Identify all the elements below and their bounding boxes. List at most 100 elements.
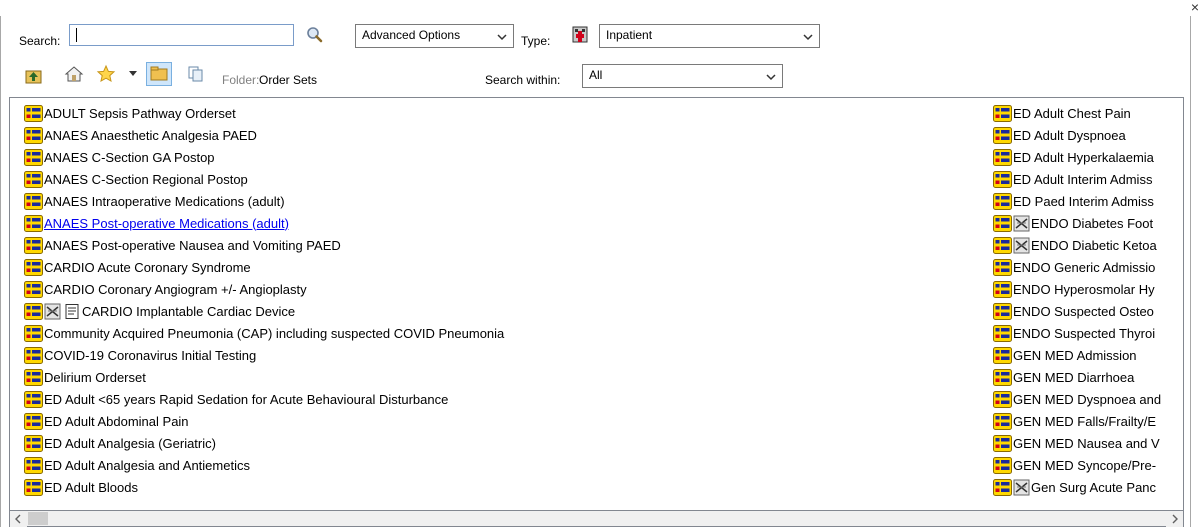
order-set-icon — [24, 456, 43, 474]
list-item-label: ED Paed Interim Admiss — [1013, 193, 1154, 209]
list-item[interactable]: ED Adult <65 years Rapid Sedation for Ac… — [24, 388, 504, 410]
horizontal-scrollbar[interactable] — [9, 511, 1184, 527]
list-item-label: ANAES Anaesthetic Analgesia PAED — [44, 127, 257, 143]
list-item-label: ED Adult Abdominal Pain — [44, 413, 189, 429]
list-item-label: GEN MED Dyspnoea and — [1013, 391, 1162, 407]
list-item[interactable]: GEN MED Nausea and V — [993, 432, 1181, 454]
order-set-icon — [993, 236, 1012, 254]
copy-icon[interactable] — [186, 64, 206, 84]
list-item[interactable]: ED Adult Analgesia and Antiemetics — [24, 454, 504, 476]
list-item-label: Gen Surg Acute Panc — [1031, 479, 1157, 495]
list-item-label: ED Adult Interim Admiss — [1013, 171, 1153, 187]
order-set-icon — [993, 324, 1012, 342]
list-item[interactable]: GEN MED Diarrhoea — [993, 366, 1181, 388]
scroll-left-button[interactable] — [10, 511, 27, 527]
folder-up-icon[interactable] — [24, 66, 44, 86]
order-set-icon — [24, 148, 43, 166]
list-item[interactable]: ANAES Post-operative Nausea and Vomiting… — [24, 234, 504, 256]
list-item[interactable]: ED Adult Abdominal Pain — [24, 410, 504, 432]
order-set-icon — [24, 324, 43, 342]
list-item-label: GEN MED Admission — [1013, 347, 1137, 363]
list-item[interactable]: ENDO Suspected Osteo — [993, 300, 1181, 322]
list-item[interactable]: Gen Surg Acute Panc — [993, 476, 1181, 498]
list-item-label: GEN MED Falls/Frailty/E — [1013, 413, 1157, 429]
list-item[interactable]: GEN MED Falls/Frailty/E — [993, 410, 1181, 432]
list-item-label: ENDO Diabetes Foot — [1031, 215, 1154, 231]
order-set-icon — [993, 434, 1012, 452]
order-set-icon — [24, 434, 43, 452]
inpatient-type-icon — [570, 24, 590, 44]
list-item-label: GEN MED Syncope/Pre- — [1013, 457, 1157, 473]
list-item[interactable]: ED Adult Bloods — [24, 476, 504, 498]
list-item[interactable]: GEN MED Dyspnoea and — [993, 388, 1181, 410]
list-item-label: ED Adult Chest Pain — [1013, 105, 1131, 121]
search-input[interactable] — [69, 24, 294, 46]
search-icon[interactable] — [305, 25, 325, 45]
list-item[interactable]: ED Adult Analgesia (Geriatric) — [24, 432, 504, 454]
order-set-icon — [993, 346, 1012, 364]
list-item-label: ENDO Diabetic Ketoa — [1031, 237, 1157, 253]
order-set-icon — [993, 456, 1012, 474]
list-item-label: Delirium Orderset — [44, 369, 146, 385]
list-item[interactable]: ANAES Post-operative Medications (adult) — [24, 212, 504, 234]
order-set-icon — [24, 302, 43, 320]
list-item[interactable]: ED Adult Dyspnoea — [993, 124, 1181, 146]
list-item[interactable]: ANAES C-Section Regional Postop — [24, 168, 504, 190]
list-item[interactable]: ENDO Suspected Thyroi — [993, 322, 1181, 344]
list-item[interactable]: ANAES C-Section GA Postop — [24, 146, 504, 168]
type-label: Type: — [521, 34, 551, 48]
list-item[interactable]: GEN MED Syncope/Pre- — [993, 454, 1181, 476]
chevron-down-icon[interactable] — [128, 67, 138, 87]
title-bar: × — [0, 0, 1201, 16]
search-within-dropdown[interactable]: All — [582, 64, 783, 88]
folder-view-icon[interactable] — [146, 62, 172, 86]
list-item[interactable]: ENDO Diabetes Foot — [993, 212, 1181, 234]
list-item[interactable]: ENDO Diabetic Ketoa — [993, 234, 1181, 256]
list-item[interactable]: ANAES Anaesthetic Analgesia PAED — [24, 124, 504, 146]
chevron-down-icon — [766, 72, 776, 82]
list-item-label: ENDO Generic Admissio — [1013, 259, 1156, 275]
list-item-label: GEN MED Diarrhoea — [1013, 369, 1135, 385]
order-set-icon — [993, 170, 1012, 188]
list-item[interactable]: GEN MED Admission — [993, 344, 1181, 366]
list-item-label: GEN MED Nausea and V — [1013, 435, 1160, 451]
type-dropdown[interactable]: Inpatient — [599, 24, 820, 48]
scrollbar-thumb[interactable] — [28, 512, 48, 525]
search-toolbar: Search: Advanced Options Type: Inpatient — [0, 16, 1189, 56]
list-item[interactable]: Delirium Orderset — [24, 366, 504, 388]
order-set-icon — [24, 104, 43, 122]
list-item-label: ANAES C-Section Regional Postop — [44, 171, 248, 187]
order-set-icon — [24, 478, 43, 496]
order-set-icon — [24, 280, 43, 298]
list-item[interactable]: ADULT Sepsis Pathway Orderset — [24, 102, 504, 124]
list-item-label: ED Adult Dyspnoea — [1013, 127, 1126, 143]
advanced-options-dropdown[interactable]: Advanced Options — [355, 24, 514, 48]
home-icon[interactable] — [64, 64, 84, 84]
list-item[interactable]: CARDIO Coronary Angiogram +/- Angioplast… — [24, 278, 504, 300]
list-item[interactable]: CARDIO Implantable Cardiac Device — [24, 300, 504, 322]
list-item[interactable]: ED Adult Hyperkalaemia — [993, 146, 1181, 168]
list-item[interactable]: ANAES Intraoperative Medications (adult) — [24, 190, 504, 212]
order-set-icon — [24, 368, 43, 386]
list-item[interactable]: Community Acquired Pneumonia (CAP) inclu… — [24, 322, 504, 344]
order-set-icon — [993, 280, 1012, 298]
order-set-icon — [24, 126, 43, 144]
list-item[interactable]: CARDIO Acute Coronary Syndrome — [24, 256, 504, 278]
list-item[interactable]: COVID-19 Coronavirus Initial Testing — [24, 344, 504, 366]
order-set-icon — [993, 126, 1012, 144]
order-set-icon — [24, 214, 43, 232]
order-set-icon — [993, 390, 1012, 408]
list-item-label: ANAES Post-operative Medications (adult) — [44, 215, 289, 231]
list-item-label: ADULT Sepsis Pathway Orderset — [44, 105, 236, 121]
list-item[interactable]: ED Adult Interim Admiss — [993, 168, 1181, 190]
list-item[interactable]: ED Adult Chest Pain — [993, 102, 1181, 124]
list-item[interactable]: ENDO Hyperosmolar Hy — [993, 278, 1181, 300]
list-item[interactable]: ENDO Generic Admissio — [993, 256, 1181, 278]
order-set-list[interactable]: ADULT Sepsis Pathway Orderset ANAES Anaes… — [9, 97, 1184, 511]
close-icon[interactable]: × — [1191, 0, 1199, 14]
favorites-star-icon[interactable] — [96, 64, 116, 84]
order-set-icon — [24, 258, 43, 276]
scroll-right-button[interactable] — [1166, 511, 1183, 527]
folder-toolbar: Folder: Order Sets Search within: All — [0, 60, 1189, 92]
list-item[interactable]: ED Paed Interim Admiss — [993, 190, 1181, 212]
